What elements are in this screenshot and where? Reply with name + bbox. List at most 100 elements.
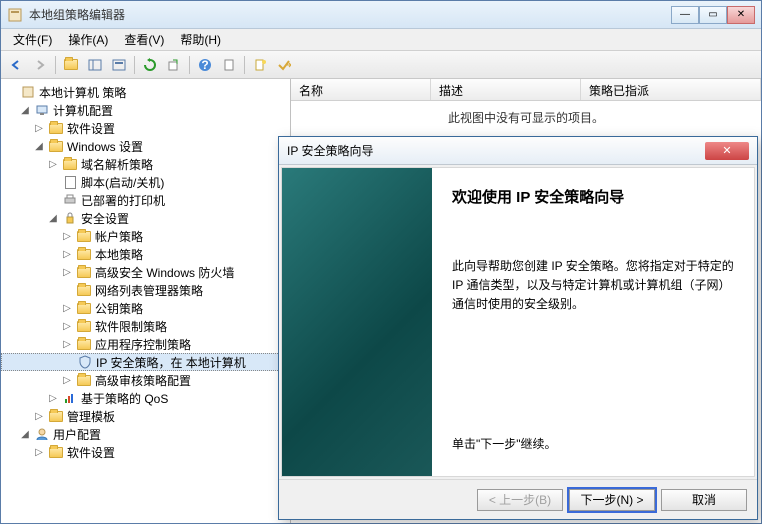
- tree-label: 软件设置: [67, 444, 115, 461]
- expand-icon[interactable]: ▷: [61, 231, 73, 242]
- new-button[interactable]: [249, 54, 271, 76]
- folder-icon: [48, 139, 64, 153]
- minimize-button[interactable]: —: [671, 6, 699, 24]
- wizard-buttons: < 上一步(B) 下一步(N) > 取消: [279, 479, 757, 519]
- tree-user-config[interactable]: ◢用户配置: [1, 425, 290, 443]
- tree-label: 软件限制策略: [95, 318, 167, 335]
- tree-account-policy[interactable]: ▷ 帐户策略: [1, 227, 290, 245]
- wizard-heading: 欢迎使用 IP 安全策略向导: [452, 186, 734, 207]
- expand-icon[interactable]: ▷: [33, 123, 45, 134]
- help-button[interactable]: ?: [194, 54, 216, 76]
- menu-help[interactable]: 帮助(H): [172, 29, 229, 50]
- wizard-title: IP 安全策略向导: [287, 142, 705, 159]
- folder-icon: [76, 247, 92, 261]
- tree-security-settings[interactable]: ◢ 安全设置: [1, 209, 290, 227]
- expand-icon[interactable]: ▷: [33, 447, 45, 458]
- properties-button[interactable]: [218, 54, 240, 76]
- expand-icon[interactable]: ▷: [61, 339, 73, 350]
- tree-label: 帐户策略: [95, 228, 143, 245]
- tree-network-list[interactable]: 网络列表管理器策略: [1, 281, 290, 299]
- expand-icon[interactable]: ▷: [61, 267, 73, 278]
- security-icon: [62, 211, 78, 225]
- menu-view[interactable]: 查看(V): [116, 29, 172, 50]
- tree-label: 基于策略的 QoS: [81, 390, 168, 407]
- wizard-cancel-button[interactable]: 取消: [661, 489, 747, 511]
- window-title: 本地组策略编辑器: [29, 6, 671, 23]
- wizard-hint: 单击"下一步"继续。: [452, 435, 734, 452]
- tree-name-resolution[interactable]: ▷域名解析策略: [1, 155, 290, 173]
- back-button[interactable]: [5, 54, 27, 76]
- collapse-icon[interactable]: ◢: [33, 141, 45, 152]
- folder-icon: [48, 121, 64, 135]
- tree-panel[interactable]: 本地计算机 策略 ◢ 计算机配置 ▷ 软件设置 ◢Windows 设置 ▷域名解析策…: [1, 79, 291, 523]
- toolbar: ?: [1, 51, 761, 79]
- wizard-close-button[interactable]: ✕: [705, 142, 749, 160]
- refresh-button[interactable]: [139, 54, 161, 76]
- forward-button[interactable]: [29, 54, 51, 76]
- expand-icon[interactable]: ▷: [33, 411, 45, 422]
- wizard-back-button[interactable]: < 上一步(B): [477, 489, 563, 511]
- options-button[interactable]: [108, 54, 130, 76]
- tree-ip-security[interactable]: IP 安全策略，在 本地计算机: [1, 353, 290, 371]
- menu-action[interactable]: 操作(A): [60, 29, 116, 50]
- expand-icon[interactable]: ▷: [47, 159, 59, 170]
- menu-file[interactable]: 文件(F): [5, 29, 60, 50]
- folder-icon: [48, 445, 64, 459]
- tree-label: 软件设置: [67, 120, 115, 137]
- folder-icon: [64, 59, 78, 70]
- expand-icon[interactable]: ▷: [47, 393, 59, 404]
- collapse-icon[interactable]: ◢: [47, 213, 59, 224]
- col-desc[interactable]: 描述: [431, 79, 581, 100]
- expand-icon[interactable]: ▷: [61, 249, 73, 260]
- folder-icon: [76, 301, 92, 315]
- menubar: 文件(F) 操作(A) 查看(V) 帮助(H): [1, 29, 761, 51]
- wizard-next-button[interactable]: 下一步(N) >: [569, 489, 655, 511]
- tree-label: 脚本(启动/关机): [81, 174, 164, 191]
- tree-admin-templates[interactable]: ▷管理模板: [1, 407, 290, 425]
- tree-printers[interactable]: 已部署的打印机: [1, 191, 290, 209]
- tree-user-software[interactable]: ▷ 软件设置: [1, 443, 290, 461]
- tree-label: 安全设置: [81, 210, 129, 227]
- collapse-icon[interactable]: ◢: [19, 429, 31, 440]
- maximize-button[interactable]: ▭: [699, 6, 727, 24]
- tree-advanced-audit[interactable]: ▷高级审核策略配置: [1, 371, 290, 389]
- tree-qos[interactable]: ▷ 基于策略的 QoS: [1, 389, 290, 407]
- ip-security-wizard: IP 安全策略向导 ✕ 欢迎使用 IP 安全策略向导 此向导帮助您创建 IP 安…: [278, 136, 758, 520]
- tree-public-key[interactable]: ▷ 公钥策略: [1, 299, 290, 317]
- tree-local-policy[interactable]: ▷本地策略: [1, 245, 290, 263]
- tree-scripts[interactable]: 脚本(启动/关机): [1, 173, 290, 191]
- tree-label: 高级安全 Windows 防火墙: [95, 264, 234, 281]
- tree-firewall[interactable]: ▷ 高级安全 Windows 防火墙: [1, 263, 290, 281]
- folder-icon: [76, 319, 92, 333]
- toolbar-separator: [244, 56, 245, 74]
- tree-windows-settings[interactable]: ◢Windows 设置: [1, 137, 290, 155]
- wizard-sidebar-image: [282, 168, 432, 476]
- wizard-body: 欢迎使用 IP 安全策略向导 此向导帮助您创建 IP 安全策略。您将指定对于特定…: [281, 167, 755, 477]
- expand-icon[interactable]: ▷: [61, 303, 73, 314]
- folder-icon: [48, 409, 64, 423]
- assign-button[interactable]: [273, 54, 295, 76]
- col-assigned[interactable]: 策略已指派: [581, 79, 761, 100]
- tree-software-restriction[interactable]: ▷ 软件限制策略: [1, 317, 290, 335]
- wizard-description: 此向导帮助您创建 IP 安全策略。您将指定对于特定的 IP 通信类型，以及与特定…: [452, 257, 734, 315]
- tree-label: 计算机配置: [53, 102, 113, 119]
- tree-label: 公钥策略: [95, 300, 143, 317]
- expand-icon[interactable]: ▷: [61, 375, 73, 386]
- tree-root[interactable]: 本地计算机 策略: [1, 83, 290, 101]
- close-button[interactable]: ✕: [727, 6, 755, 24]
- tree-computer-config[interactable]: ◢ 计算机配置: [1, 101, 290, 119]
- list-header: 名称 描述 策略已指派: [291, 79, 761, 101]
- toolbar-separator: [189, 56, 190, 74]
- col-name[interactable]: 名称: [291, 79, 431, 100]
- expand-icon[interactable]: ▷: [61, 321, 73, 332]
- tree-label: 本地计算机 策略: [39, 84, 126, 101]
- computer-icon: [34, 103, 50, 117]
- pane-button[interactable]: [84, 54, 106, 76]
- tree-software-settings[interactable]: ▷ 软件设置: [1, 119, 290, 137]
- folder-button[interactable]: [60, 54, 82, 76]
- tree-app-control[interactable]: ▷应用程序控制策略: [1, 335, 290, 353]
- collapse-icon[interactable]: ◢: [19, 105, 31, 116]
- export-button[interactable]: [163, 54, 185, 76]
- folder-icon: [76, 283, 92, 297]
- wizard-main: 欢迎使用 IP 安全策略向导 此向导帮助您创建 IP 安全策略。您将指定对于特定…: [432, 168, 754, 476]
